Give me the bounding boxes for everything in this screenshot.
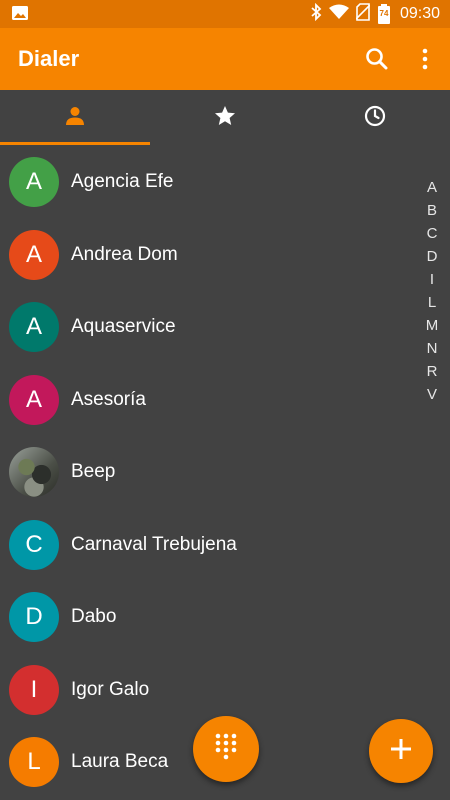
no-sim-icon [355, 2, 371, 26]
contact-row[interactable]: A Andrea Dom [0, 219, 410, 292]
index-letter[interactable]: C [427, 222, 438, 245]
dialpad-icon [214, 733, 238, 766]
contact-name: Asesoría [71, 388, 146, 410]
contact-avatar: A [9, 302, 59, 353]
contact-row[interactable]: A Aquaservice [0, 291, 410, 364]
index-letter[interactable]: B [427, 199, 437, 222]
contact-name: Agencia Efe [71, 171, 174, 193]
contact-avatar: D [9, 592, 59, 643]
tab-recents[interactable] [300, 90, 450, 146]
index-letter[interactable]: D [427, 245, 438, 268]
index-letter[interactable]: N [427, 337, 438, 360]
tab-contacts[interactable] [0, 90, 150, 146]
contact-row[interactable]: D Dabo [0, 581, 410, 654]
status-bar: 74 09:30 [0, 0, 450, 28]
contact-avatar: A [9, 229, 59, 280]
gallery-icon [11, 5, 29, 26]
app-bar: Dialer [0, 28, 450, 90]
tab-favorites[interactable] [150, 90, 300, 146]
index-letter[interactable]: I [430, 268, 434, 291]
alphabet-index[interactable]: A B C D I L M N R V [420, 176, 444, 406]
contact-name: Aquaservice [71, 316, 176, 338]
status-time: 09:30 [399, 5, 440, 22]
contact-name: Laura Beca [71, 751, 169, 773]
index-letter[interactable]: R [427, 360, 438, 383]
tab-bar [0, 90, 450, 146]
app-title: Dialer [18, 46, 80, 71]
contact-avatar: I [9, 664, 59, 715]
plus-icon [389, 737, 413, 766]
wifi-icon [328, 4, 349, 25]
contact-name: Igor Galo [71, 678, 150, 700]
add-contact-button[interactable] [369, 719, 433, 783]
contact-avatar: A [9, 157, 59, 208]
contact-row[interactable]: C Carnaval Trebujena [0, 509, 410, 582]
contact-name: Beep [71, 461, 116, 483]
contact-list[interactable]: A Agencia Efe A Andrea Dom A Aquaservice… [0, 146, 410, 800]
contact-row[interactable]: A Asesoría [0, 364, 410, 437]
bluetooth-icon [310, 2, 322, 26]
index-letter[interactable]: L [428, 291, 436, 314]
contact-row[interactable]: A Agencia Efe [0, 146, 410, 219]
index-letter[interactable]: A [427, 176, 437, 199]
contact-row[interactable]: I Igor Galo [0, 654, 410, 727]
clock-icon [363, 104, 387, 133]
contact-row[interactable]: Beep [0, 436, 410, 509]
contact-photo [9, 447, 59, 498]
more-vert-icon[interactable] [412, 46, 438, 72]
battery-icon: 74 [377, 4, 391, 24]
contact-name: Carnaval Trebujena [71, 533, 237, 555]
contact-avatar: L [9, 737, 59, 788]
contact-name: Dabo [71, 606, 117, 628]
selected-tab-indicator [0, 142, 150, 145]
battery-level: 74 [379, 9, 389, 18]
contact-avatar: C [9, 519, 59, 570]
person-icon [64, 105, 86, 132]
star-icon [213, 104, 237, 133]
index-letter[interactable]: M [426, 314, 439, 337]
index-letter[interactable]: V [427, 383, 437, 406]
dialpad-button[interactable] [193, 716, 259, 782]
contact-name: Andrea Dom [71, 243, 178, 265]
search-icon[interactable] [364, 46, 390, 72]
contact-avatar: A [9, 374, 59, 425]
